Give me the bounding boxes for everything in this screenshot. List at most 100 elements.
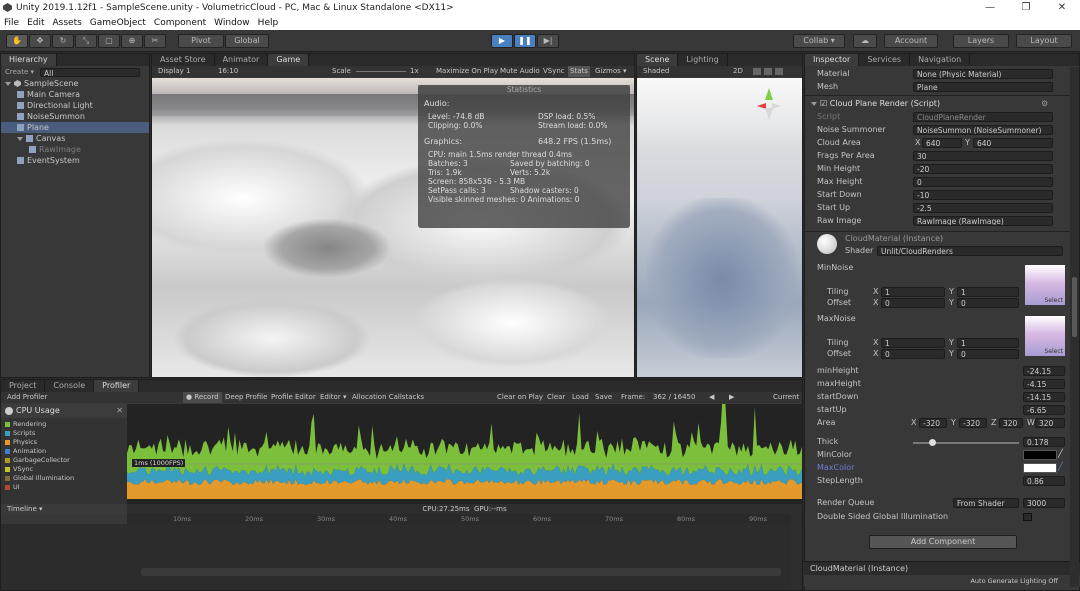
menu-edit[interactable]: Edit — [27, 16, 44, 30]
start-down-field[interactable]: -10 — [913, 190, 1053, 200]
thick-slider[interactable] — [913, 439, 1019, 446]
cloud-area-y[interactable]: 640 — [973, 138, 1053, 148]
minnoise-offset-y[interactable]: 0 — [957, 298, 1019, 308]
rect-tool-icon[interactable]: ▢ — [98, 34, 120, 48]
next-frame-button[interactable]: ▶ — [729, 392, 734, 403]
current-frame-button[interactable]: Current — [773, 392, 799, 403]
maxnoise-texture-thumb[interactable]: Select — [1025, 316, 1065, 356]
maxnoise-tiling-y[interactable]: 1 — [957, 338, 1019, 348]
step-button-icon[interactable]: ▶| — [537, 34, 559, 48]
mesh-field[interactable]: Plane — [913, 82, 1053, 92]
hierarchy-item[interactable]: NoiseSummon — [1, 111, 149, 122]
legend-item[interactable]: Physics — [5, 438, 127, 447]
tab-inspector[interactable]: Inspector — [805, 54, 860, 66]
menu-window[interactable]: Window — [214, 16, 250, 30]
thick-field[interactable]: 0.178 — [1023, 437, 1065, 447]
menu-assets[interactable]: Assets — [53, 16, 82, 30]
maxcolor-swatch[interactable] — [1023, 463, 1057, 473]
legend-item[interactable]: Animation — [5, 447, 127, 456]
mute-audio-toggle[interactable]: Mute Audio — [500, 66, 540, 77]
close-module-icon[interactable]: ✕ — [116, 404, 123, 418]
transform-tool-icon[interactable]: ⊕ — [121, 34, 143, 48]
inspector-scrollbar[interactable] — [1070, 67, 1079, 587]
thick-slider-knob[interactable] — [929, 439, 937, 446]
script-field[interactable]: CloudPlaneRender — [913, 112, 1053, 122]
account-dropdown[interactable]: Account — [884, 34, 938, 48]
layout-dropdown[interactable]: Layout — [1016, 34, 1072, 48]
menu-gameobject[interactable]: GameObject — [90, 16, 146, 30]
render-queue-field[interactable]: 3000 — [1023, 498, 1065, 508]
area-y[interactable]: -320 — [959, 418, 987, 428]
hierarchy-item[interactable]: Plane — [1, 122, 149, 133]
hierarchy-item[interactable]: Directional Light — [1, 100, 149, 111]
custom-tool-icon[interactable]: ✂ — [144, 34, 166, 48]
area-z[interactable]: 320 — [999, 418, 1023, 428]
scene-gizmo-icon[interactable] — [753, 84, 785, 124]
legend-item[interactable]: GarbageCollector — [5, 456, 127, 465]
timeline-area[interactable] — [1, 524, 802, 590]
area-x[interactable]: -320 — [919, 418, 947, 428]
collab-button[interactable]: Collab ▾ — [793, 34, 845, 48]
scale-tool-icon[interactable]: ⤡ — [75, 34, 97, 48]
audio-toggle-icon[interactable] — [764, 68, 772, 75]
minheight-field[interactable]: -24.15 — [1023, 366, 1065, 376]
cloud-icon[interactable]: ☁ — [853, 34, 877, 48]
component-settings-gear-icon[interactable]: ⚙ — [1041, 99, 1048, 108]
play-button-icon[interactable]: ▶ — [491, 34, 513, 48]
dsgi-checkbox[interactable] — [1023, 513, 1032, 521]
startdown-field[interactable]: -14.15 — [1023, 392, 1065, 402]
shader-dropdown[interactable]: Unlit/CloudRenders — [877, 246, 1063, 256]
menu-help[interactable]: Help — [258, 16, 279, 30]
component-header[interactable]: ☑ Cloud Plane Render (Script) — [811, 99, 940, 108]
maxnoise-offset-x[interactable]: 0 — [881, 349, 945, 359]
minnoise-tiling-y[interactable]: 1 — [957, 287, 1019, 297]
material-field[interactable]: None (Physic Material) — [913, 69, 1053, 79]
legend-item[interactable]: VSync — [5, 465, 127, 474]
tab-profiler[interactable]: Profiler — [94, 380, 140, 392]
expand-arrow-icon[interactable] — [17, 136, 23, 141]
minnoise-tiling-x[interactable]: 1 — [881, 287, 945, 297]
maxnoise-tiling-x[interactable]: 1 — [881, 338, 945, 348]
vsync-toggle[interactable]: VSync — [543, 66, 565, 77]
minimize-button[interactable]: — — [972, 0, 1008, 16]
cpu-usage-chart[interactable] — [127, 404, 802, 504]
maximize-button[interactable]: ❐ — [1008, 0, 1044, 16]
min-height-field[interactable]: -20 — [913, 164, 1053, 174]
maxheight-field[interactable]: -4.15 — [1023, 379, 1065, 389]
hierarchy-item[interactable]: RawImage — [1, 144, 149, 155]
save-button[interactable]: Save — [595, 392, 612, 403]
clear-button[interactable]: Clear — [547, 392, 565, 403]
tab-hierarchy[interactable]: Hierarchy — [1, 54, 57, 66]
max-height-field[interactable]: 0 — [913, 177, 1053, 187]
cloud-area-x[interactable]: 640 — [922, 138, 962, 148]
mincolor-eyedropper-icon[interactable]: ╱ — [1058, 449, 1063, 458]
prev-frame-button[interactable]: ◀ — [709, 392, 714, 403]
lighting-toggle-icon[interactable] — [753, 68, 761, 75]
startup-field[interactable]: -6.65 — [1023, 405, 1065, 415]
legend-item[interactable]: UI — [5, 483, 127, 492]
menu-component[interactable]: Component — [154, 16, 206, 30]
minnoise-offset-x[interactable]: 0 — [881, 298, 945, 308]
shading-mode-dropdown[interactable]: Shaded — [643, 66, 669, 77]
menu-file[interactable]: File — [4, 16, 19, 30]
tab-animator[interactable]: Animator — [215, 54, 269, 66]
cpu-usage-module[interactable]: CPU Usage ✕ — [1, 404, 127, 418]
tab-navigation[interactable]: Navigation — [910, 54, 971, 66]
area-w[interactable]: 320 — [1035, 418, 1065, 428]
record-toggle[interactable]: ● Record — [183, 392, 222, 403]
load-button[interactable]: Load — [572, 392, 589, 403]
tab-asset-store[interactable]: Asset Store — [152, 54, 215, 66]
tab-game[interactable]: Game — [268, 54, 310, 66]
allocation-callstacks-toggle[interactable]: Allocation Callstacks — [352, 392, 424, 403]
start-up-field[interactable]: -2.5 — [913, 203, 1053, 213]
aspect-dropdown[interactable]: 16:10 — [218, 66, 238, 77]
timeline-h-scrollbar[interactable] — [141, 568, 781, 576]
tab-lighting[interactable]: Lighting — [678, 54, 728, 66]
add-profiler-dropdown[interactable]: Add Profiler — [7, 392, 47, 403]
frags-field[interactable]: 30 — [913, 151, 1053, 161]
display-dropdown[interactable]: Display 1 — [158, 66, 190, 77]
hierarchy-item[interactable]: EventSystem — [1, 155, 149, 166]
2d-toggle[interactable]: 2D — [733, 66, 743, 77]
mincolor-swatch[interactable] — [1023, 450, 1057, 460]
layers-dropdown[interactable]: Layers — [953, 34, 1009, 48]
